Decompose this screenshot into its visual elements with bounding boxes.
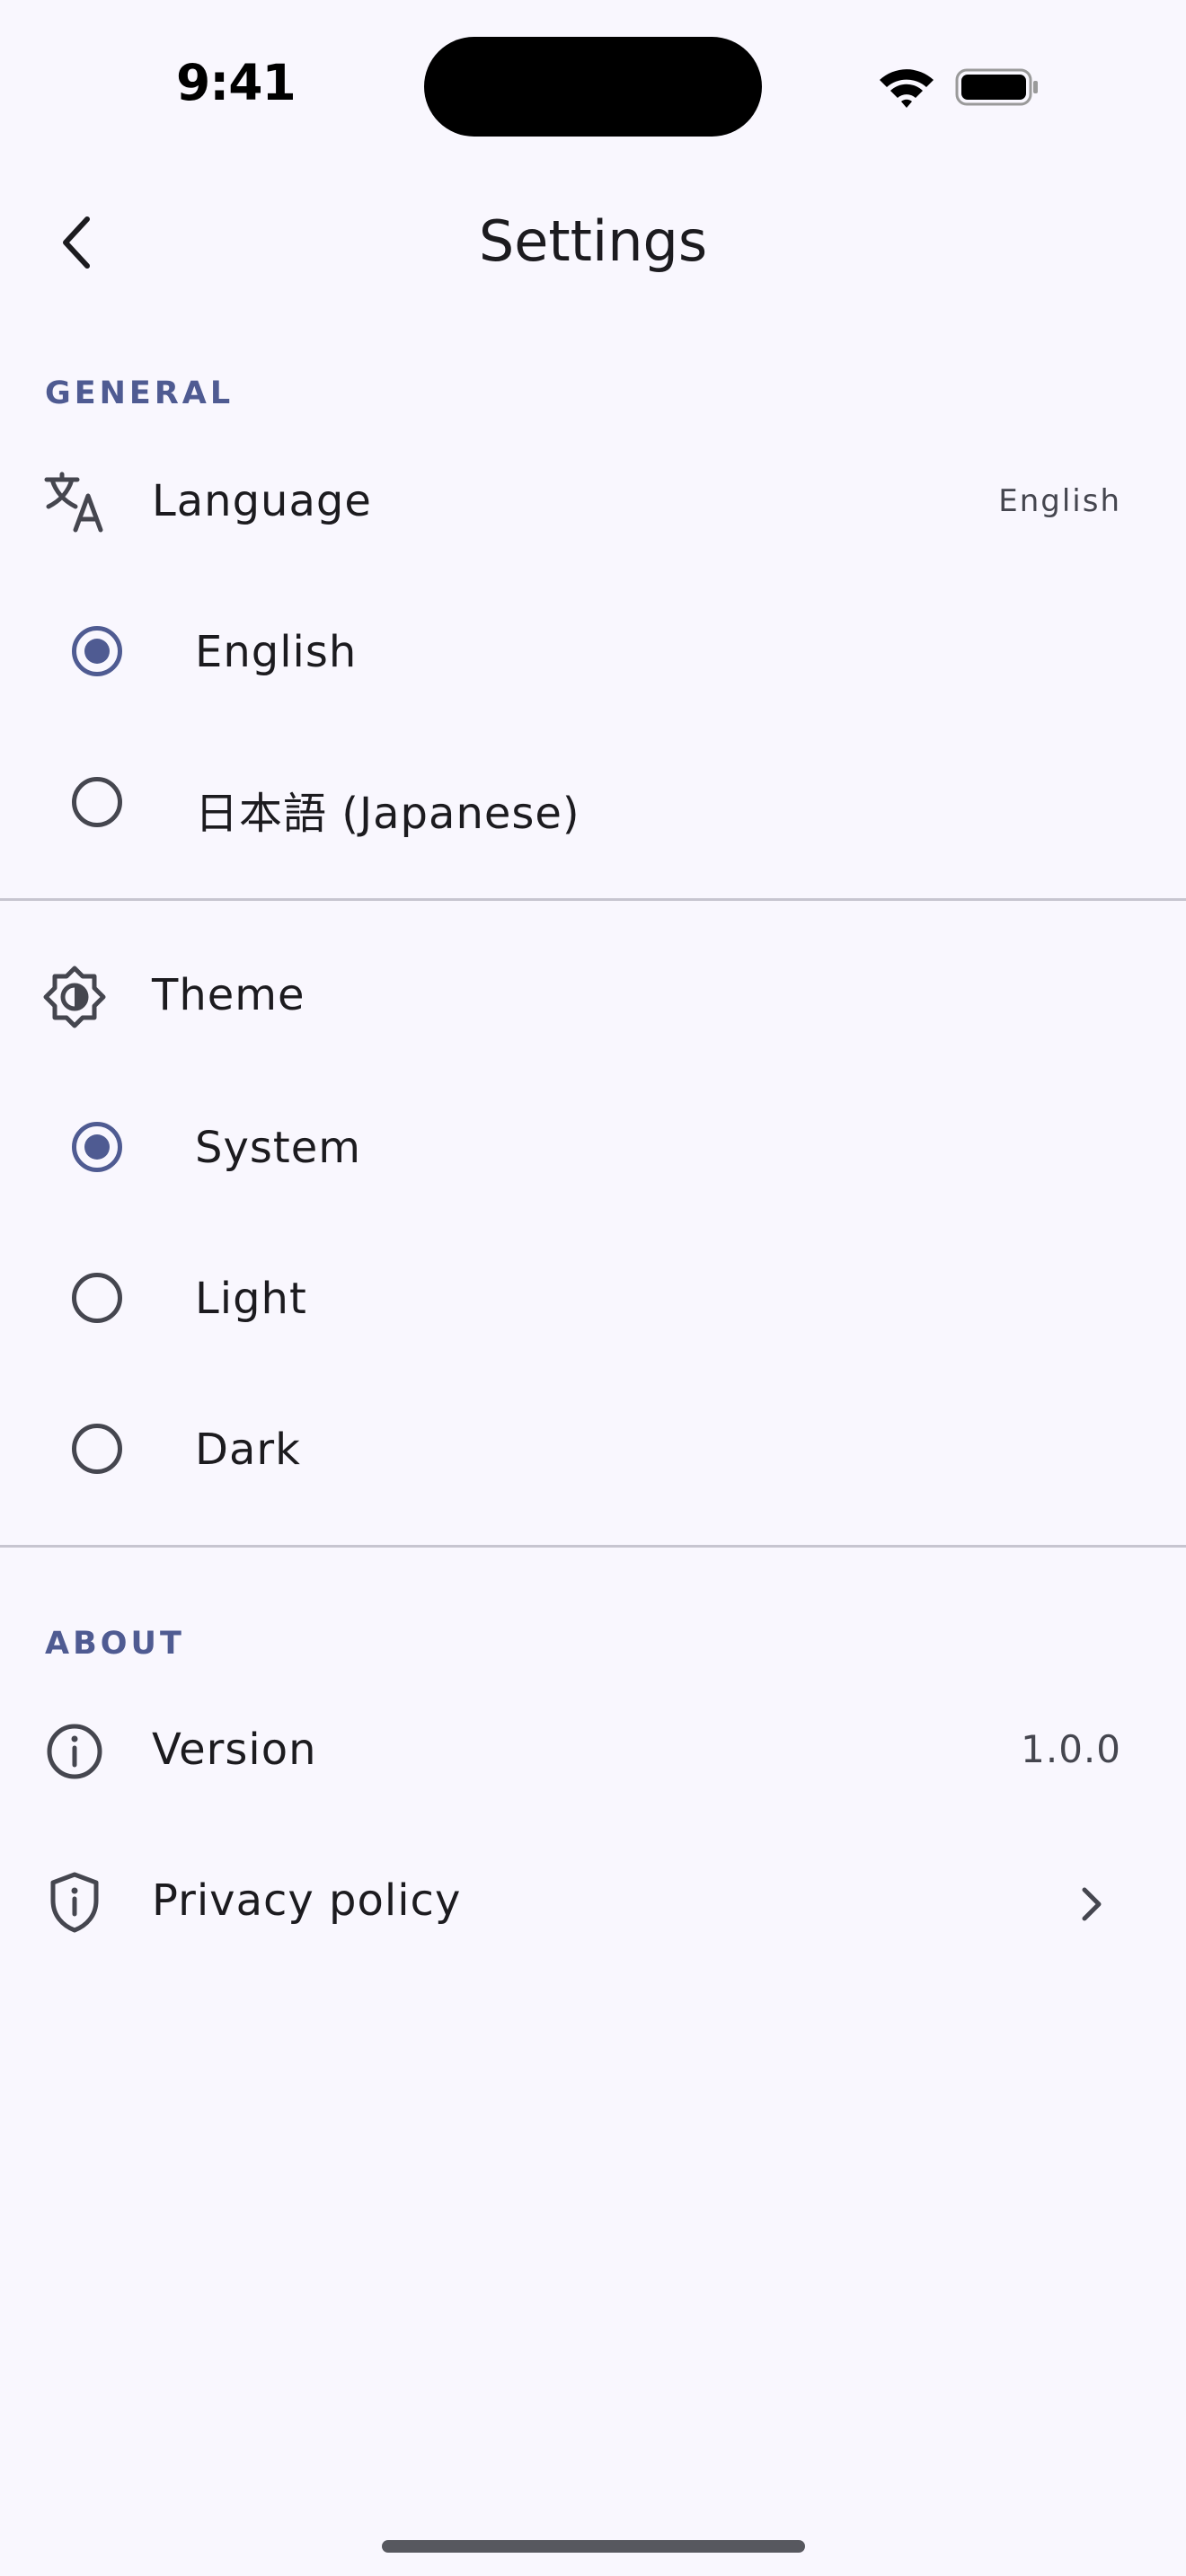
shield-icon xyxy=(40,1867,110,1937)
theme-option-dark[interactable]: Dark xyxy=(0,1399,1186,1498)
theme-label: Theme xyxy=(152,970,305,1020)
radio-label-english: English xyxy=(195,627,358,677)
radio-dark[interactable] xyxy=(72,1424,122,1474)
language-value: English xyxy=(998,483,1121,519)
version-row: Version 1.0.0 xyxy=(0,1698,1186,1805)
privacy-policy-label: Privacy policy xyxy=(152,1875,462,1926)
theme-option-light[interactable]: Light xyxy=(0,1248,1186,1347)
section-header-about: ABOUT xyxy=(45,1626,185,1662)
radio-english[interactable] xyxy=(72,626,122,676)
version-label: Version xyxy=(152,1725,317,1775)
radio-japanese[interactable] xyxy=(72,777,122,827)
chevron-right-icon xyxy=(1066,1875,1116,1933)
radio-light[interactable] xyxy=(72,1273,122,1323)
status-time: 9:41 xyxy=(176,54,296,111)
privacy-policy-row[interactable]: Privacy policy xyxy=(0,1848,1186,1956)
language-option-japanese[interactable]: 日本語 (Japanese) xyxy=(0,753,1186,851)
dynamic-island xyxy=(424,37,762,137)
section-header-general: GENERAL xyxy=(45,375,235,411)
version-value: 1.0.0 xyxy=(1021,1727,1121,1771)
radio-system[interactable] xyxy=(72,1122,122,1172)
battery-icon xyxy=(955,68,1038,106)
theme-row: Theme xyxy=(0,943,1186,1051)
radio-label-system: System xyxy=(195,1123,361,1173)
radio-label-light: Light xyxy=(195,1274,307,1324)
radio-label-dark: Dark xyxy=(195,1425,301,1475)
info-icon xyxy=(40,1716,110,1786)
language-option-english[interactable]: English xyxy=(0,602,1186,701)
radio-label-japanese: 日本語 (Japanese) xyxy=(195,789,580,839)
language-label: Language xyxy=(152,476,372,526)
divider xyxy=(0,1545,1186,1548)
page-title: Settings xyxy=(478,208,708,274)
home-indicator[interactable] xyxy=(382,2540,805,2553)
divider xyxy=(0,898,1186,901)
brightness-icon xyxy=(40,962,110,1032)
theme-option-system[interactable]: System xyxy=(0,1098,1186,1196)
wifi-icon xyxy=(880,69,934,108)
translate-icon xyxy=(40,467,110,537)
language-row[interactable]: Language English xyxy=(0,449,1186,557)
